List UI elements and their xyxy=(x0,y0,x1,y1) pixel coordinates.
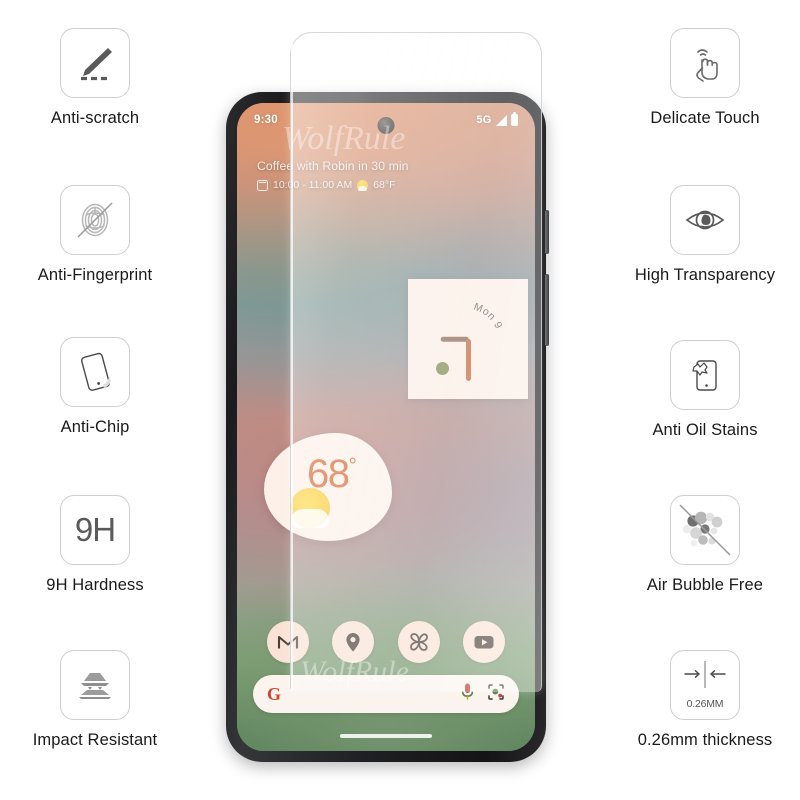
weather-temp-value: 68 xyxy=(307,452,350,496)
gmail-icon[interactable] xyxy=(266,621,309,663)
glance-time-range: 10:00 - 11:00 AM xyxy=(273,179,353,191)
thickness-arrows-icon: 0.26MM xyxy=(670,650,740,720)
microphone-icon[interactable] xyxy=(460,682,475,706)
clock-accent-dot xyxy=(436,362,449,375)
google-search-bar[interactable]: G xyxy=(253,675,519,713)
phone-screen: 9:30 5G Coffee with Robin in 30 min 10:0… xyxy=(237,103,535,751)
front-camera-icon xyxy=(377,117,395,134)
map-pin-icon[interactable] xyxy=(332,621,375,663)
glance-subtitle: 10:00 - 11:00 AM 68°F xyxy=(257,179,517,191)
clock-date-label: Mon 9 xyxy=(469,301,517,345)
left-feature-column: Anti-scratch Anti-Fingerprint Anti-Chip … xyxy=(0,0,190,800)
hardness-icon-text: 9H xyxy=(74,511,116,548)
clock-minute-hand xyxy=(465,339,471,381)
volume-button[interactable] xyxy=(544,274,549,346)
photos-pinwheel-icon[interactable] xyxy=(397,621,440,663)
google-lens-icon[interactable] xyxy=(487,683,505,706)
feature-label: 9H Hardness xyxy=(46,576,144,594)
feature-label: Anti-Chip xyxy=(60,418,130,436)
glance-temperature: 68°F xyxy=(373,179,396,191)
feature-label: Anti-scratch xyxy=(50,109,140,127)
feature-anti-fingerprint: Anti-Fingerprint xyxy=(0,185,190,285)
fingerprint-crossed-icon xyxy=(60,185,130,255)
calendar-icon xyxy=(257,179,268,191)
feature-air-bubble-free: Air Bubble Free xyxy=(610,495,800,595)
feature-anti-chip: Anti-Chip xyxy=(0,337,190,437)
feature-label: Air Bubble Free xyxy=(646,576,764,594)
feature-impact-resistant: Impact Resistant xyxy=(0,650,190,750)
feature-label: High Transparency xyxy=(634,266,776,284)
at-a-glance-widget[interactable]: Coffee with Robin in 30 min 10:00 - 11:0… xyxy=(257,159,517,191)
tilted-phone-icon xyxy=(60,337,130,407)
analog-clock-widget[interactable]: Mon 9 xyxy=(408,279,528,399)
feature-label: 0.26mm thickness xyxy=(637,731,773,749)
battery-full-icon xyxy=(510,112,518,126)
feature-9h-hardness: 9H 9H Hardness xyxy=(0,495,190,595)
feature-anti-oil-stains: Anti Oil Stains xyxy=(610,340,800,440)
weather-widget[interactable]: 68° xyxy=(264,433,392,541)
signal-bars-icon xyxy=(495,114,507,126)
feature-label: Impact Resistant xyxy=(32,731,158,749)
thickness-icon-text: 0.26MM xyxy=(686,698,724,710)
svg-text:Mon 9: Mon 9 xyxy=(472,301,505,331)
product-feature-image: Anti-scratch Anti-Fingerprint Anti-Chip … xyxy=(0,0,800,800)
status-indicators: 5G xyxy=(476,112,518,126)
youtube-icon[interactable] xyxy=(463,621,506,663)
feature-label: Anti Oil Stains xyxy=(652,421,758,439)
feature-anti-scratch: Anti-scratch xyxy=(0,28,190,128)
bubbles-crossed-icon xyxy=(670,495,740,565)
hardness-9h-icon: 9H xyxy=(60,495,130,565)
feature-high-transparency: High Transparency xyxy=(610,185,800,285)
feature-label: Delicate Touch xyxy=(650,109,760,127)
feature-delicate-touch: Delicate Touch xyxy=(610,28,800,128)
home-indicator-bar[interactable] xyxy=(340,734,432,738)
tapping-hand-icon xyxy=(670,28,740,98)
phone-body: 9:30 5G Coffee with Robin in 30 min 10:0… xyxy=(226,92,549,762)
status-time: 9:30 xyxy=(254,114,278,126)
clock-hour-hand xyxy=(440,336,469,342)
network-label: 5G xyxy=(476,114,492,126)
glance-title: Coffee with Robin in 30 min xyxy=(257,159,409,173)
feature-label: Anti-Fingerprint xyxy=(37,266,153,284)
knife-scratch-icon xyxy=(60,28,130,98)
phone-mockup: 9:30 5G Coffee with Robin in 30 min 10:0… xyxy=(226,92,549,762)
eye-icon xyxy=(670,185,740,255)
power-button[interactable] xyxy=(544,210,549,254)
phone-oil-splash-icon xyxy=(670,340,740,410)
google-g-icon: G xyxy=(267,684,282,704)
layered-plates-icon xyxy=(60,650,130,720)
sun-behind-cloud-icon xyxy=(357,179,369,191)
degree-symbol: ° xyxy=(348,454,357,478)
feature-thickness: 0.26MM 0.26mm thickness xyxy=(610,650,800,750)
right-feature-column: Delicate Touch High Transparency Anti Oi… xyxy=(610,0,800,800)
weather-temperature: 68° xyxy=(307,452,357,496)
app-dock xyxy=(237,621,535,663)
cloud-icon xyxy=(291,509,329,528)
